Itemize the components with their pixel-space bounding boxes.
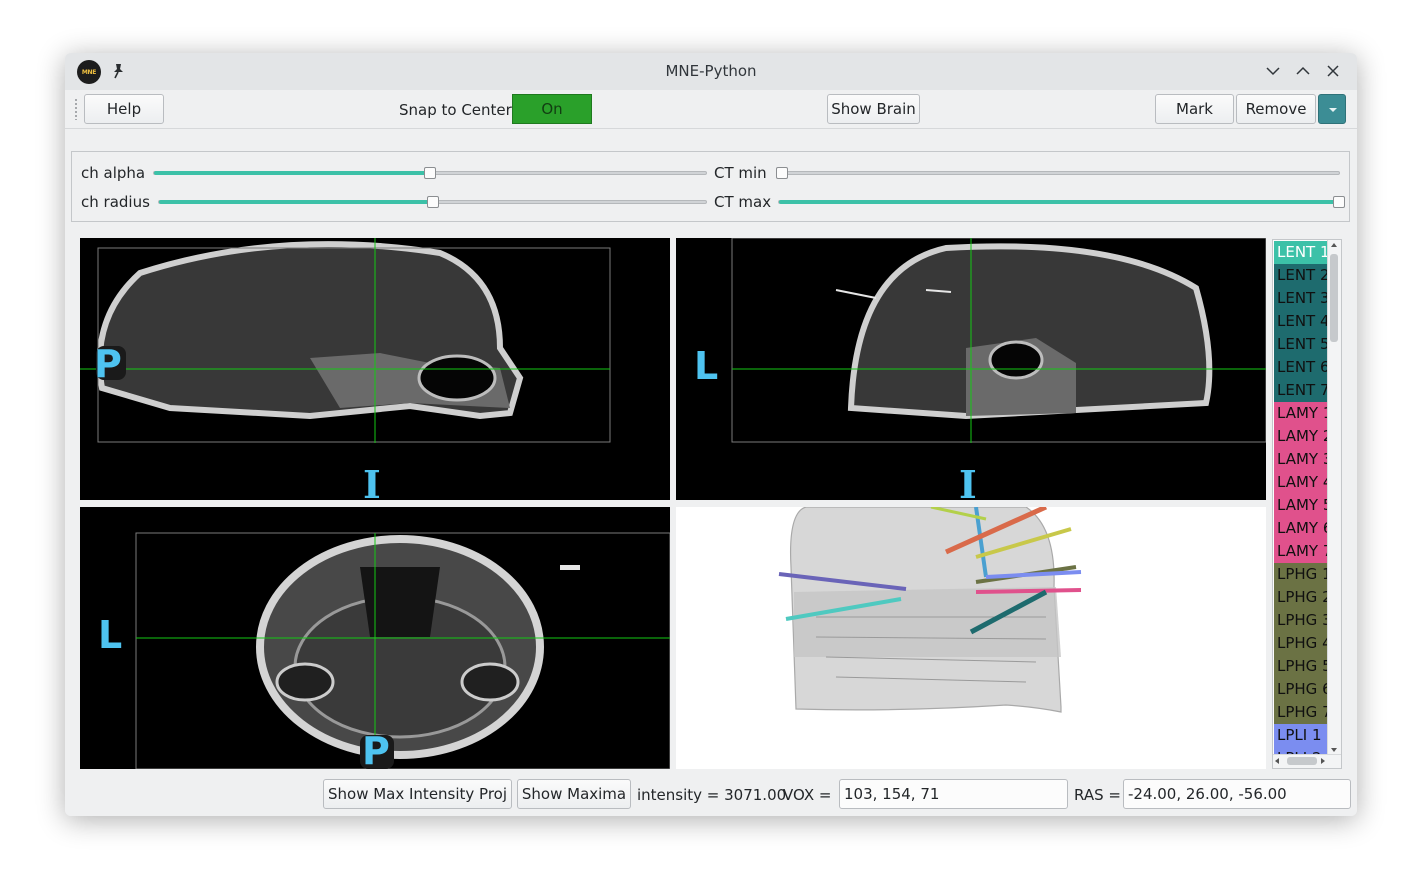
- channel-list-vertical-scrollbar[interactable]: [1327, 240, 1341, 755]
- sagittal-left-label: P: [94, 342, 122, 386]
- remove-menu-dropdown[interactable]: [1318, 94, 1346, 124]
- channel-item[interactable]: LAMY 6: [1274, 517, 1328, 540]
- toolbar: Help Snap to Center On Show Brain Mark R…: [65, 90, 1357, 129]
- channel-item[interactable]: LPHG 3: [1274, 609, 1328, 632]
- remove-button[interactable]: Remove: [1236, 94, 1316, 124]
- channel-list-horizontal-scrollbar[interactable]: [1273, 754, 1341, 768]
- status-bar: Show Max Intensity Proj Show Maxima inte…: [65, 774, 1357, 816]
- ct-max-slider[interactable]: [778, 196, 1345, 208]
- vox-field[interactable]: 103, 154, 71: [839, 779, 1068, 809]
- ct-min-handle[interactable]: [776, 167, 788, 179]
- show-maxima-button[interactable]: Show Maxima: [517, 779, 631, 809]
- channel-list[interactable]: LENT 1 LENT 2 LENT 3 LENT 4 LENT 5 LENT 6 LENT…: [1272, 239, 1342, 769]
- coronal-ct-image: [731, 238, 1266, 443]
- channel-item[interactable]: LPHG 2: [1274, 586, 1328, 609]
- ch-radius-fill: [159, 200, 433, 204]
- ct-min-label: CT min: [714, 164, 767, 182]
- show-brain-button[interactable]: Show Brain: [827, 94, 920, 124]
- slider-panel: ch alpha ch radius CT min CT max: [71, 151, 1350, 222]
- ras-field[interactable]: -24.00, 26.00, -56.00: [1123, 779, 1351, 809]
- ch-radius-label: ch radius: [81, 193, 150, 211]
- channel-item[interactable]: LENT 7: [1274, 379, 1328, 402]
- main-window: MNE MNE-Python Help Snap to Center On Sh…: [65, 53, 1357, 816]
- ct-max-label: CT max: [714, 193, 772, 211]
- brain-3d-view[interactable]: [676, 507, 1266, 769]
- sagittal-ct-image: [80, 238, 611, 443]
- channel-item[interactable]: LAMY 2: [1274, 425, 1328, 448]
- intensity-readout: intensity = 3071.00: [637, 786, 787, 804]
- axial-view[interactable]: L P: [80, 507, 670, 769]
- channel-item[interactable]: LENT 5: [1274, 333, 1328, 356]
- mark-button[interactable]: Mark: [1155, 94, 1234, 124]
- ct-min-slider[interactable]: [776, 167, 1340, 179]
- channel-item[interactable]: LENT 2: [1274, 264, 1328, 287]
- channel-item[interactable]: LPHG 4: [1274, 632, 1328, 655]
- vox-label: VOX =: [783, 786, 832, 804]
- channel-item[interactable]: LPHG 6: [1274, 678, 1328, 701]
- toolbar-grip[interactable]: [74, 98, 78, 120]
- channel-item[interactable]: LPHG 1: [1274, 563, 1328, 586]
- help-button[interactable]: Help: [84, 94, 164, 124]
- coronal-view[interactable]: L I: [676, 238, 1266, 500]
- close-icon[interactable]: [1325, 63, 1341, 79]
- brain-3d-render: [778, 507, 1082, 713]
- minimize-icon[interactable]: [1265, 63, 1281, 79]
- sagittal-bottom-label: I: [363, 462, 381, 500]
- channel-item[interactable]: LPHG 5: [1274, 655, 1328, 678]
- channel-item[interactable]: LENT 1: [1274, 241, 1328, 264]
- channel-item[interactable]: LPHG 7: [1274, 701, 1328, 724]
- window-title: MNE-Python: [665, 62, 757, 80]
- snap-to-center-label: Snap to Center: [399, 101, 512, 119]
- channel-item[interactable]: LENT 6: [1274, 356, 1328, 379]
- channel-item[interactable]: LAMY 1: [1274, 402, 1328, 425]
- channel-item[interactable]: LAMY 3: [1274, 448, 1328, 471]
- channel-item[interactable]: LAMY 7: [1274, 540, 1328, 563]
- axial-bottom-label: P: [362, 729, 390, 769]
- title-bar: MNE MNE-Python: [65, 53, 1357, 90]
- show-max-intensity-button[interactable]: Show Max Intensity Proj: [323, 779, 512, 809]
- channel-item[interactable]: LENT 3: [1274, 287, 1328, 310]
- channel-item[interactable]: LAMY 5: [1274, 494, 1328, 517]
- maximize-icon[interactable]: [1295, 63, 1311, 79]
- ct-max-handle[interactable]: [1333, 196, 1345, 208]
- channel-item[interactable]: LAMY 4: [1274, 471, 1328, 494]
- ch-radius-slider[interactable]: [158, 196, 707, 208]
- ch-radius-handle[interactable]: [426, 196, 439, 208]
- snap-toggle-button[interactable]: On: [512, 94, 592, 124]
- channel-item[interactable]: LPLI 1: [1274, 724, 1328, 747]
- ch-alpha-handle[interactable]: [424, 167, 436, 179]
- ras-label: RAS =: [1074, 786, 1121, 804]
- channel-item[interactable]: LENT 4: [1274, 310, 1328, 333]
- ch-alpha-label: ch alpha: [81, 164, 146, 182]
- sagittal-view[interactable]: P I: [80, 238, 670, 500]
- ch-alpha-fill: [154, 171, 430, 175]
- ct-max-fill: [779, 200, 1339, 204]
- coronal-bottom-label: I: [959, 462, 977, 500]
- ch-alpha-slider[interactable]: [153, 167, 707, 179]
- axial-left-label: L: [98, 613, 123, 657]
- coronal-left-label: L: [694, 344, 719, 388]
